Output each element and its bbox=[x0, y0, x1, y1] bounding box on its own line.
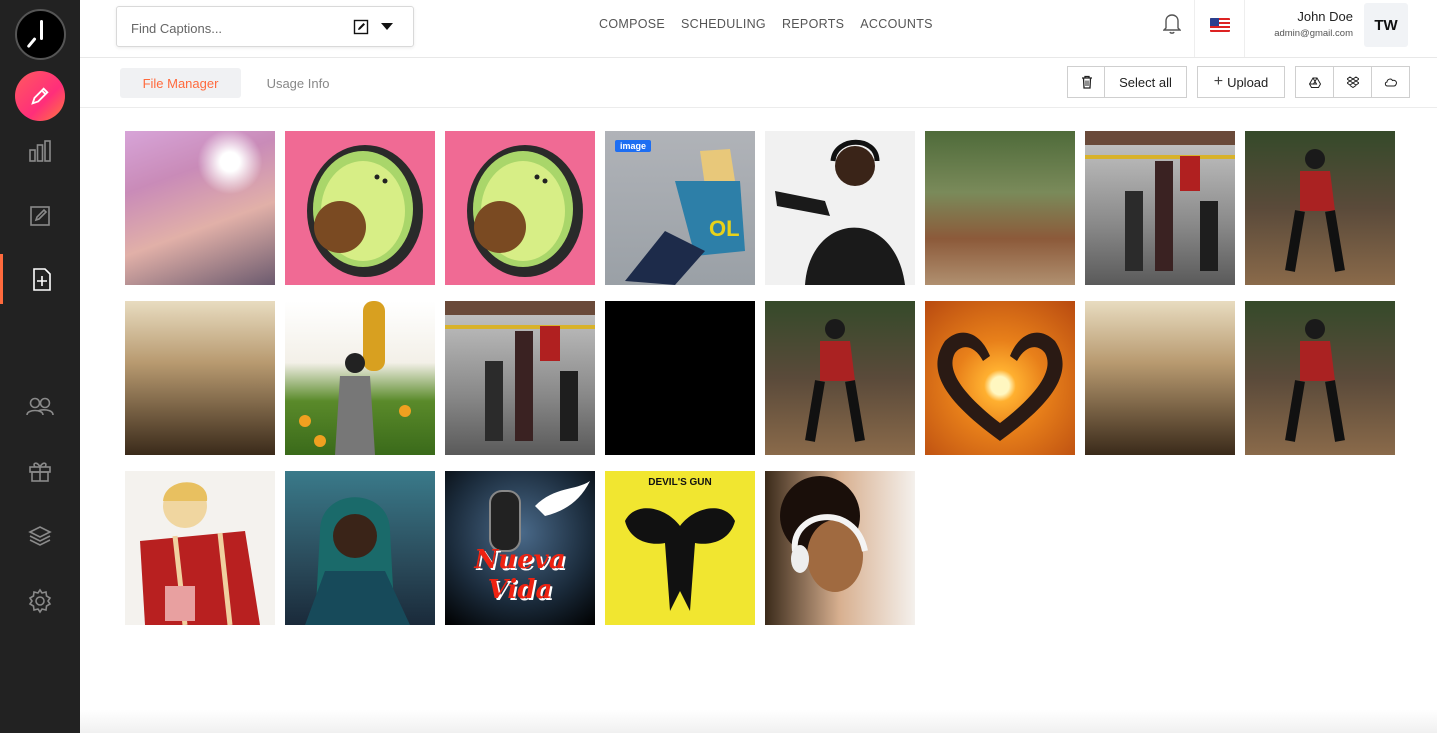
layers-icon bbox=[28, 526, 52, 546]
user-email: admin@gmail.com bbox=[1274, 28, 1353, 39]
google-drive-button[interactable] bbox=[1295, 66, 1334, 98]
media-item-violinist[interactable] bbox=[1245, 131, 1395, 285]
tab-file-manager[interactable]: File Manager bbox=[120, 68, 241, 98]
media-item-concert-crowd[interactable] bbox=[125, 301, 275, 455]
top-bar: COMPOSE SCHEDULING REPORTS ACCOUNTS John… bbox=[80, 0, 1437, 58]
gear-icon bbox=[28, 588, 52, 614]
media-item-black[interactable] bbox=[605, 301, 755, 455]
media-item-woman-headphones[interactable] bbox=[765, 471, 915, 625]
search-input[interactable] bbox=[131, 17, 341, 39]
media-item-girl-corn[interactable] bbox=[285, 301, 435, 455]
cloud-button[interactable] bbox=[1371, 66, 1410, 98]
tab-usage-info[interactable]: Usage Info bbox=[254, 68, 342, 98]
sidebar-item-file-manager[interactable] bbox=[0, 254, 80, 304]
media-item-nueva-vida[interactable]: Nueva Vida bbox=[445, 471, 595, 625]
media-item-violin-kick[interactable] bbox=[925, 131, 1075, 285]
select-all-button[interactable]: Select all bbox=[1104, 66, 1187, 98]
cloud-icon bbox=[1384, 78, 1397, 87]
sidebar bbox=[0, 0, 80, 733]
main-nav: COMPOSE SCHEDULING REPORTS ACCOUNTS bbox=[599, 17, 933, 31]
nav-scheduling[interactable]: SCHEDULING bbox=[681, 17, 766, 31]
gift-icon bbox=[29, 462, 51, 482]
media-item-avocado[interactable] bbox=[285, 131, 435, 285]
media-item-heart-sunset[interactable] bbox=[925, 301, 1075, 455]
image-badge: image bbox=[615, 140, 652, 152]
sidebar-item-layers[interactable] bbox=[0, 511, 80, 561]
media-item-anime-lol[interactable]: OL image bbox=[605, 131, 755, 285]
file-manager-toolbar: File Manager Usage Info Select all + Upl… bbox=[80, 58, 1437, 108]
svg-text:OL: OL bbox=[709, 216, 740, 241]
divider bbox=[1244, 0, 1245, 57]
nav-reports[interactable]: REPORTS bbox=[782, 17, 844, 31]
bell-icon[interactable] bbox=[1162, 12, 1182, 39]
trash-icon bbox=[1081, 75, 1092, 89]
avatar[interactable]: TW bbox=[1364, 3, 1408, 47]
sidebar-item-editor[interactable] bbox=[0, 191, 80, 241]
nav-accounts[interactable]: ACCOUNTS bbox=[860, 17, 933, 31]
upload-button[interactable]: + Upload bbox=[1197, 66, 1285, 98]
delete-button[interactable] bbox=[1067, 66, 1105, 98]
divider bbox=[1194, 0, 1195, 57]
media-item-band-chairs[interactable] bbox=[1085, 131, 1235, 285]
app-logo[interactable] bbox=[15, 9, 66, 60]
media-item-violinist[interactable] bbox=[765, 301, 915, 455]
tile-caption: Nueva Vida bbox=[474, 545, 566, 605]
media-item-concert-lights[interactable] bbox=[125, 131, 275, 285]
edit-icon[interactable] bbox=[353, 19, 369, 40]
sidebar-item-reports[interactable] bbox=[0, 126, 80, 176]
dropbox-icon bbox=[1347, 76, 1359, 88]
nav-compose[interactable]: COMPOSE bbox=[599, 17, 665, 31]
plus-icon: + bbox=[1213, 73, 1224, 90]
sidebar-item-gifts[interactable] bbox=[0, 446, 80, 496]
tile-caption: DEVIL'S GUN bbox=[648, 477, 712, 488]
media-item-band-chairs[interactable] bbox=[445, 301, 595, 455]
user-name: John Doe bbox=[1297, 9, 1353, 24]
caption-search bbox=[116, 6, 414, 47]
pencil-icon bbox=[31, 87, 49, 105]
users-icon bbox=[26, 397, 54, 416]
sidebar-item-users[interactable] bbox=[0, 381, 80, 431]
us-flag-icon[interactable] bbox=[1210, 18, 1230, 32]
upload-label: Upload bbox=[1227, 74, 1269, 90]
dropbox-button[interactable] bbox=[1333, 66, 1372, 98]
edit-square-icon bbox=[30, 206, 50, 226]
bar-chart-icon bbox=[29, 140, 51, 162]
media-item-concert-crowd[interactable] bbox=[1085, 301, 1235, 455]
compose-button[interactable] bbox=[15, 71, 65, 121]
media-item-avocado[interactable] bbox=[445, 131, 595, 285]
bottom-shade bbox=[80, 710, 1437, 733]
chevron-down-icon[interactable] bbox=[381, 23, 393, 30]
media-item-devils-gun[interactable]: DEVIL'S GUN bbox=[605, 471, 755, 625]
add-file-icon bbox=[32, 268, 51, 291]
sidebar-item-settings[interactable] bbox=[0, 576, 80, 626]
media-item-manga-boy[interactable] bbox=[125, 471, 275, 625]
media-item-dancer-headphones[interactable] bbox=[765, 131, 915, 285]
media-item-violinist[interactable] bbox=[1245, 301, 1395, 455]
google-drive-icon bbox=[1309, 77, 1321, 88]
media-item-hoodie-man[interactable] bbox=[285, 471, 435, 625]
